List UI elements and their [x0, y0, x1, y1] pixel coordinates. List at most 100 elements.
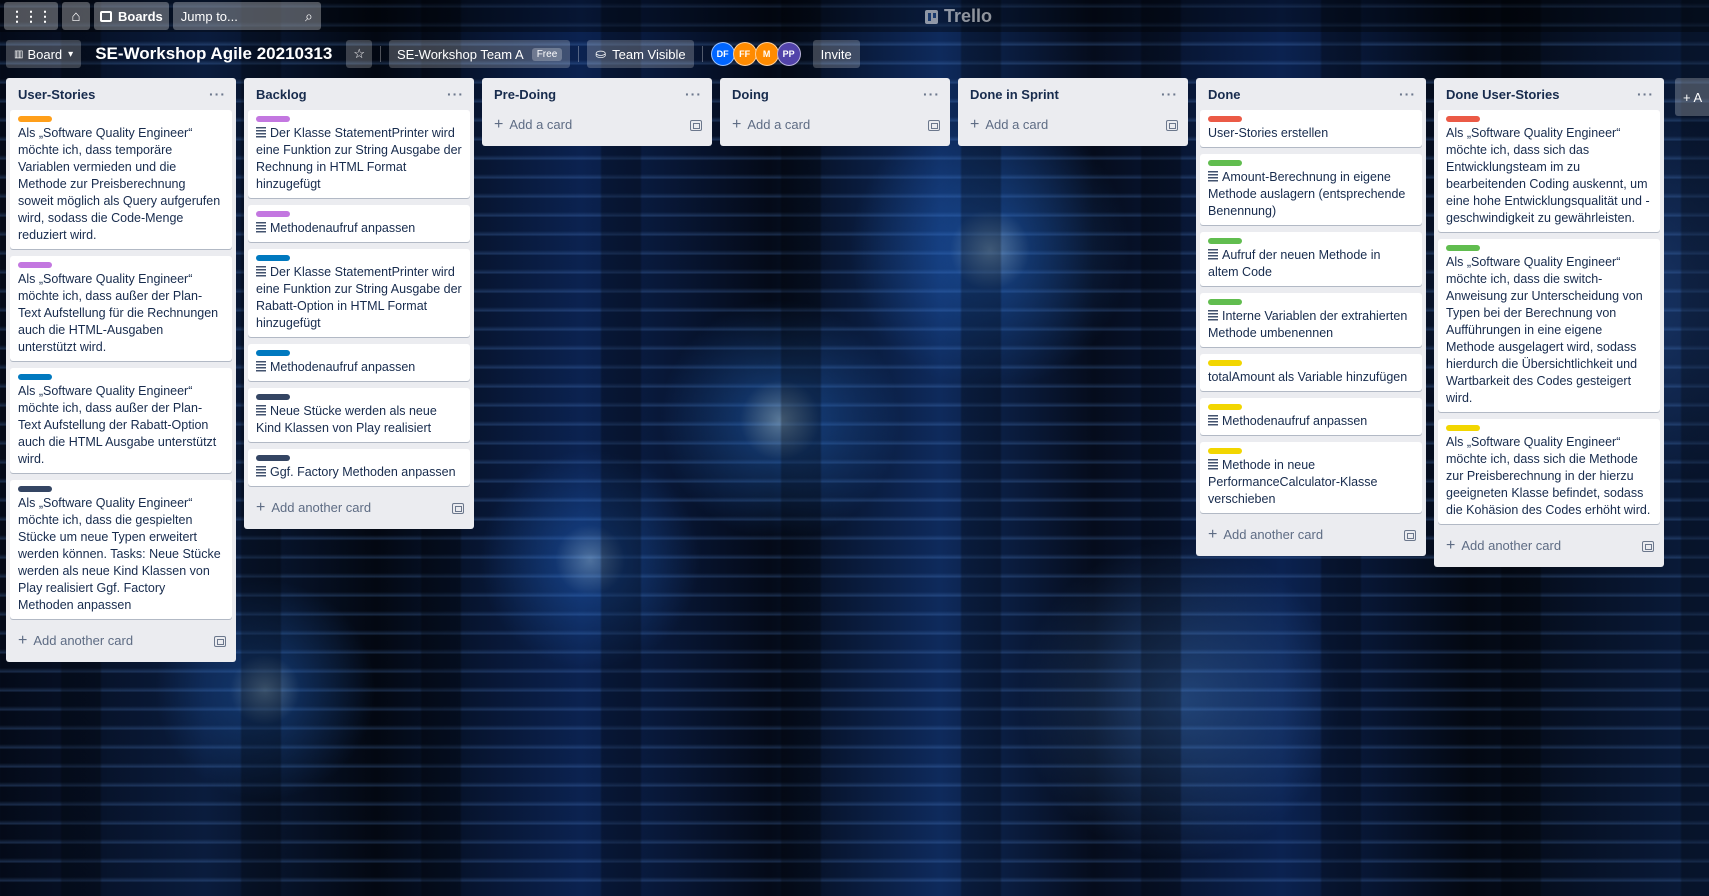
card-template-icon[interactable] [1404, 529, 1416, 541]
card-label[interactable] [256, 394, 290, 400]
card-template-icon[interactable] [1166, 119, 1178, 131]
card[interactable]: Methode in neue PerformanceCalculator-Kl… [1200, 442, 1422, 513]
add-card-wrap: + Add another card [1208, 526, 1323, 544]
card[interactable]: Interne Variablen der extrahierten Metho… [1200, 293, 1422, 347]
card[interactable]: Als „Software Quality Engineer“ möchte i… [10, 256, 232, 361]
card[interactable]: Der Klasse StatementPrinter wird eine Fu… [248, 110, 470, 198]
card-label[interactable] [1446, 116, 1480, 122]
card[interactable]: Methodenaufruf anpassen [1200, 398, 1422, 435]
card[interactable]: Als „Software Quality Engineer“ möchte i… [10, 368, 232, 473]
card[interactable]: Als „Software Quality Engineer“ möchte i… [10, 480, 232, 619]
card-label[interactable] [1208, 238, 1242, 244]
card[interactable]: Methodenaufruf anpassen [248, 205, 470, 242]
card-text-wrap: Als „Software Quality Engineer“ möchte i… [18, 125, 224, 244]
card[interactable]: Neue Stücke werden als neue Kind Klassen… [248, 388, 470, 442]
list-title[interactable]: Pre-Doing [494, 87, 556, 102]
add-card-button[interactable]: + Add another card [10, 626, 232, 656]
list-title[interactable]: User-Stories [18, 87, 95, 102]
card-label[interactable] [18, 374, 52, 380]
list-menu-icon[interactable]: ··· [447, 86, 464, 102]
card-label[interactable] [256, 350, 290, 356]
trello-logo[interactable]: Trello [925, 6, 992, 27]
card-label[interactable] [18, 116, 52, 122]
list-done[interactable]: Done ··· User-Stories erstellen Amount-Bere… [1196, 78, 1426, 556]
visibility-button[interactable]: ⛀ Team Visible [587, 40, 694, 68]
card-label[interactable] [256, 255, 290, 261]
list-title[interactable]: Done [1208, 87, 1241, 102]
card-label[interactable] [1208, 360, 1242, 366]
card-label[interactable] [18, 486, 52, 492]
list-menu-icon[interactable]: ··· [1161, 86, 1178, 102]
description-icon [256, 222, 266, 233]
board-icon [100, 10, 112, 22]
app-switcher-button[interactable]: ⋮⋮⋮ [4, 2, 58, 30]
list-backlog[interactable]: Backlog ··· Der Klasse StatementPrinter wi… [244, 78, 474, 529]
card-template-icon[interactable] [690, 119, 702, 131]
home-button[interactable]: ⌂ [62, 2, 90, 30]
list-user-stories[interactable]: User-Stories ··· Als „Software Quality Eng… [6, 78, 236, 662]
card-label[interactable] [256, 116, 290, 122]
card[interactable]: Als „Software Quality Engineer“ möchte i… [10, 110, 232, 249]
list-doing[interactable]: Doing ··· + Add a card [720, 78, 950, 146]
list-title[interactable]: Done User-Stories [1446, 87, 1559, 102]
member-avatar[interactable]: DF [710, 42, 735, 66]
list-done-user-stories[interactable]: Done User-Stories ··· Als „Software Qualit… [1434, 78, 1664, 567]
card-label[interactable] [256, 455, 290, 461]
card-text-wrap: totalAmount als Variable hinzufügen [1208, 369, 1414, 386]
member-avatar[interactable]: FF [732, 42, 757, 66]
card[interactable]: Amount-Berechnung in eigene Methode ausl… [1200, 154, 1422, 225]
list-pre-doing[interactable]: Pre-Doing ··· + Add a card [482, 78, 712, 146]
member-avatar[interactable]: PP [776, 42, 801, 66]
star-button[interactable]: ☆ [346, 40, 372, 68]
list-menu-icon[interactable]: ··· [1637, 86, 1654, 102]
add-list-button[interactable]: + A [1675, 78, 1709, 116]
card[interactable]: Als „Software Quality Engineer“ möchte i… [1438, 419, 1660, 524]
card[interactable]: Als „Software Quality Engineer“ möchte i… [1438, 110, 1660, 232]
add-card-button[interactable]: + Add a card [962, 110, 1184, 140]
card[interactable]: totalAmount als Variable hinzufügen [1200, 354, 1422, 391]
card-template-icon[interactable] [214, 635, 226, 647]
add-card-button[interactable]: + Add another card [1438, 531, 1660, 561]
add-card-button[interactable]: + Add another card [248, 493, 470, 523]
list-done-in-sprint[interactable]: Done in Sprint ··· + Add a card [958, 78, 1188, 146]
search-placeholder: Jump to... [180, 8, 238, 24]
list-title[interactable]: Backlog [256, 87, 307, 102]
card[interactable]: Methodenaufruf anpassen [248, 344, 470, 381]
list-menu-icon[interactable]: ··· [923, 86, 940, 102]
card-label[interactable] [1446, 425, 1480, 431]
card-label[interactable] [1208, 299, 1242, 305]
invite-button[interactable]: Invite [812, 40, 860, 68]
card[interactable]: Ggf. Factory Methoden anpassen [248, 449, 470, 486]
card-label[interactable] [256, 211, 290, 217]
list-title[interactable]: Done in Sprint [970, 87, 1059, 102]
list-menu-icon[interactable]: ··· [209, 86, 226, 102]
member-avatar[interactable]: M [754, 42, 779, 66]
team-button[interactable]: SE-Workshop Team A Free [389, 40, 571, 68]
card[interactable]: Der Klasse StatementPrinter wird eine Fu… [248, 249, 470, 337]
add-card-button[interactable]: + Add another card [1200, 520, 1422, 550]
search-input[interactable]: Jump to... ⌕ [172, 2, 321, 30]
card-label[interactable] [1208, 448, 1242, 454]
card-template-icon[interactable] [452, 502, 464, 514]
card[interactable]: Aufruf der neuen Methode in altem Code [1200, 232, 1422, 286]
card-label[interactable] [1208, 116, 1242, 122]
card-text-wrap: Als „Software Quality Engineer“ möchte i… [18, 495, 224, 614]
card-label[interactable] [1208, 160, 1242, 166]
card-text-wrap: Methode in neue PerformanceCalculator-Kl… [1208, 457, 1414, 508]
list-menu-icon[interactable]: ··· [685, 86, 702, 102]
board-title[interactable]: SE-Workshop Agile 20210313 [89, 44, 338, 64]
boards-button[interactable]: Boards [94, 2, 169, 30]
card-label[interactable] [1208, 404, 1242, 410]
card-template-icon[interactable] [928, 119, 940, 131]
add-card-button[interactable]: + Add a card [724, 110, 946, 140]
card-template-icon[interactable] [1642, 540, 1654, 552]
card-text-wrap: Amount-Berechnung in eigene Methode ausl… [1208, 169, 1414, 220]
list-title[interactable]: Doing [732, 87, 769, 102]
view-switcher-button[interactable]: ▥ Board ▾ [6, 40, 82, 68]
list-menu-icon[interactable]: ··· [1399, 86, 1416, 102]
add-card-button[interactable]: + Add a card [486, 110, 708, 140]
card[interactable]: User-Stories erstellen [1200, 110, 1422, 147]
card-label[interactable] [1446, 245, 1480, 251]
card[interactable]: Als „Software Quality Engineer“ möchte i… [1438, 239, 1660, 412]
card-label[interactable] [18, 262, 52, 268]
